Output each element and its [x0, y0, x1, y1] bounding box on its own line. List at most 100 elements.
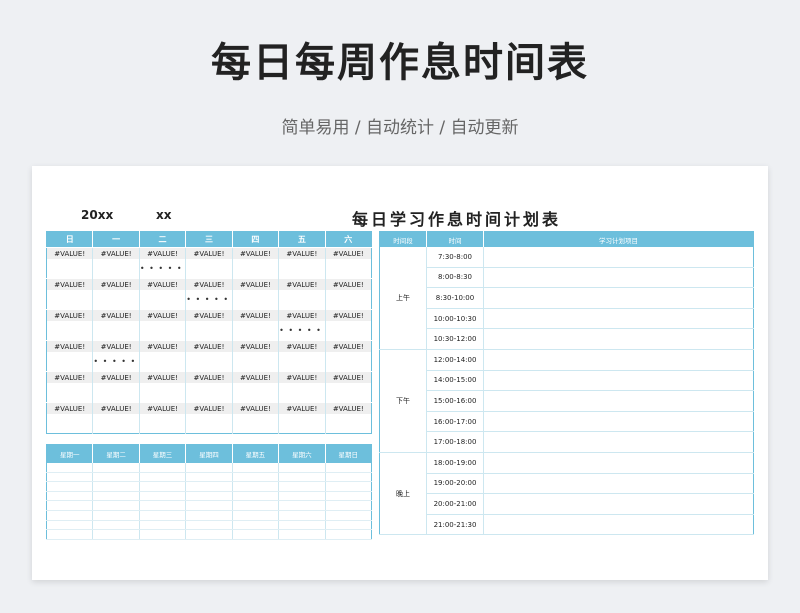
weekly-cell[interactable]	[185, 500, 233, 511]
calendar-note-cell[interactable]	[325, 259, 372, 279]
plan-item-cell[interactable]	[483, 514, 754, 536]
calendar-note-cell[interactable]	[325, 321, 372, 341]
plan-item-cell[interactable]	[483, 431, 754, 453]
calendar-note-cell[interactable]	[139, 352, 187, 372]
calendar-note-cell[interactable]	[92, 290, 140, 310]
calendar-date-cell[interactable]: #VALUE!	[278, 340, 326, 352]
calendar-date-cell[interactable]: #VALUE!	[46, 278, 94, 290]
calendar-date-cell[interactable]: #VALUE!	[46, 309, 94, 321]
weekly-cell[interactable]	[139, 500, 187, 511]
calendar-note-cell[interactable]	[139, 321, 187, 341]
calendar-date-cell[interactable]: #VALUE!	[92, 247, 140, 259]
calendar-note-cell[interactable]	[232, 290, 280, 310]
calendar-note-cell[interactable]	[325, 383, 372, 403]
weekly-cell[interactable]	[232, 481, 280, 492]
calendar-date-cell[interactable]: #VALUE!	[232, 371, 280, 383]
calendar-date-cell[interactable]: #VALUE!	[232, 402, 280, 414]
weekly-cell[interactable]	[325, 491, 372, 502]
weekly-cell[interactable]	[232, 500, 280, 511]
weekly-cell[interactable]	[232, 520, 280, 531]
plan-item-cell[interactable]	[483, 267, 754, 289]
calendar-note-cell[interactable]: • • • • • • •	[139, 259, 187, 279]
calendar-date-cell[interactable]: #VALUE!	[185, 247, 233, 259]
calendar-date-cell[interactable]: #VALUE!	[278, 247, 326, 259]
calendar-date-cell[interactable]: #VALUE!	[92, 402, 140, 414]
calendar-date-cell[interactable]: #VALUE!	[139, 402, 187, 414]
calendar-date-cell[interactable]: #VALUE!	[185, 278, 233, 290]
weekly-cell[interactable]	[46, 510, 94, 521]
calendar-date-cell[interactable]: #VALUE!	[278, 402, 326, 414]
calendar-date-cell[interactable]: #VALUE!	[185, 340, 233, 352]
calendar-note-cell[interactable]	[325, 414, 372, 434]
plan-item-cell[interactable]	[483, 452, 754, 474]
calendar-date-cell[interactable]: #VALUE!	[232, 247, 280, 259]
weekly-cell[interactable]	[92, 529, 140, 540]
calendar-date-cell[interactable]: #VALUE!	[325, 247, 372, 259]
weekly-cell[interactable]	[232, 472, 280, 483]
year-label[interactable]: 20xx	[81, 208, 113, 222]
calendar-date-cell[interactable]: #VALUE!	[139, 278, 187, 290]
calendar-note-cell[interactable]	[46, 321, 94, 341]
weekly-cell[interactable]	[325, 481, 372, 492]
calendar-note-cell[interactable]	[185, 383, 233, 403]
calendar-note-cell[interactable]	[185, 352, 233, 372]
calendar-note-cell[interactable]	[139, 383, 187, 403]
weekly-cell[interactable]	[278, 510, 326, 521]
calendar-note-cell[interactable]	[278, 259, 326, 279]
weekly-cell[interactable]	[139, 481, 187, 492]
calendar-note-cell[interactable]	[232, 352, 280, 372]
calendar-note-cell[interactable]	[46, 352, 94, 372]
weekly-cell[interactable]	[92, 500, 140, 511]
calendar-date-cell[interactable]: #VALUE!	[325, 371, 372, 383]
weekly-cell[interactable]	[46, 481, 94, 492]
plan-item-cell[interactable]	[483, 308, 754, 330]
plan-item-cell[interactable]	[483, 390, 754, 412]
plan-item-cell[interactable]	[483, 247, 754, 268]
calendar-note-cell[interactable]: • • • • • • •	[92, 352, 140, 372]
calendar-date-cell[interactable]: #VALUE!	[185, 309, 233, 321]
plan-item-cell[interactable]	[483, 493, 754, 515]
weekly-cell[interactable]	[232, 510, 280, 521]
plan-item-cell[interactable]	[483, 370, 754, 392]
weekly-cell[interactable]	[92, 472, 140, 483]
calendar-note-cell[interactable]	[92, 414, 140, 434]
calendar-date-cell[interactable]: #VALUE!	[46, 340, 94, 352]
calendar-date-cell[interactable]: #VALUE!	[92, 340, 140, 352]
calendar-date-cell[interactable]: #VALUE!	[325, 309, 372, 321]
weekly-cell[interactable]	[92, 463, 140, 473]
weekly-cell[interactable]	[139, 491, 187, 502]
weekly-cell[interactable]	[139, 520, 187, 531]
calendar-note-cell[interactable]	[46, 383, 94, 403]
calendar-date-cell[interactable]: #VALUE!	[139, 340, 187, 352]
weekly-cell[interactable]	[185, 510, 233, 521]
weekly-cell[interactable]	[232, 463, 280, 473]
calendar-date-cell[interactable]: #VALUE!	[46, 247, 94, 259]
calendar-date-cell[interactable]: #VALUE!	[139, 247, 187, 259]
calendar-note-cell[interactable]	[232, 414, 280, 434]
weekly-cell[interactable]	[185, 463, 233, 473]
weekly-cell[interactable]	[278, 472, 326, 483]
calendar-note-cell[interactable]	[46, 259, 94, 279]
calendar-date-cell[interactable]: #VALUE!	[92, 278, 140, 290]
weekly-cell[interactable]	[325, 520, 372, 531]
calendar-note-cell[interactable]	[139, 414, 187, 434]
calendar-note-cell[interactable]	[278, 414, 326, 434]
weekly-cell[interactable]	[278, 500, 326, 511]
weekly-cell[interactable]	[185, 491, 233, 502]
calendar-note-cell[interactable]	[278, 290, 326, 310]
calendar-date-cell[interactable]: #VALUE!	[185, 402, 233, 414]
calendar-date-cell[interactable]: #VALUE!	[92, 371, 140, 383]
calendar-date-cell[interactable]: #VALUE!	[325, 340, 372, 352]
weekly-cell[interactable]	[278, 520, 326, 531]
weekly-cell[interactable]	[139, 472, 187, 483]
weekly-cell[interactable]	[325, 529, 372, 540]
calendar-note-cell[interactable]	[185, 414, 233, 434]
calendar-note-cell[interactable]	[92, 321, 140, 341]
weekly-cell[interactable]	[325, 500, 372, 511]
calendar-date-cell[interactable]: #VALUE!	[325, 278, 372, 290]
month-label[interactable]: xx	[156, 208, 171, 222]
calendar-note-cell[interactable]	[46, 414, 94, 434]
calendar-note-cell[interactable]	[92, 383, 140, 403]
calendar-note-cell[interactable]	[46, 290, 94, 310]
calendar-note-cell[interactable]	[185, 259, 233, 279]
